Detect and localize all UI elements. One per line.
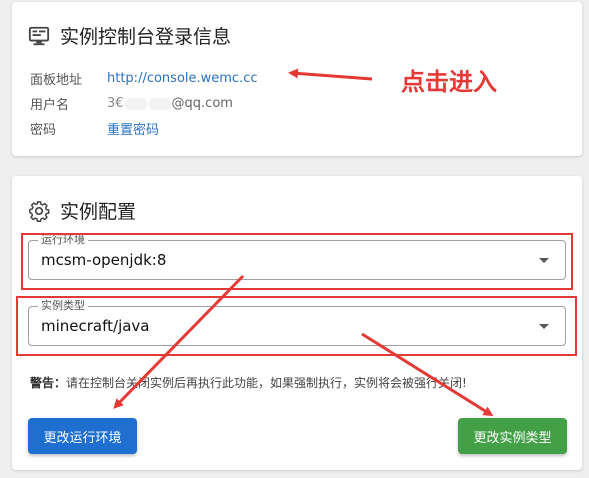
username-mask <box>124 97 147 110</box>
instance-config-title: 实例配置 <box>28 197 136 224</box>
login-info-title: 实例控制台登录信息 <box>28 22 231 49</box>
warning-message: 请在控制台关闭实例后再执行此功能，如果强制执行，实例将会被强行关闭! <box>66 376 467 390</box>
warning-text: 警告：请在控制台关闭实例后再执行此功能，如果强制执行，实例将会被强行关闭! <box>30 374 467 391</box>
gear-icon <box>28 200 50 222</box>
username-prefix: 3€ <box>107 96 124 111</box>
highlight-box-instance-type <box>16 296 577 356</box>
monitor-icon <box>28 25 50 47</box>
panel-address-label: 面板地址 <box>30 73 83 88</box>
panel-address-link[interactable]: http://console.wemc.cc <box>107 71 258 86</box>
username-label: 用户名 <box>30 98 70 113</box>
warning-label: 警告： <box>30 376 67 390</box>
username-suffix: @qq.com <box>171 96 233 111</box>
username-value: 3€ @qq.com <box>107 96 233 111</box>
panel-address-row: 面板地址 http://console.wemc.cc <box>30 69 258 88</box>
username-row: 用户名 3€ @qq.com <box>30 94 233 113</box>
login-info-title-text: 实例控制台登录信息 <box>60 26 232 48</box>
annotation-click-enter: 点击进入 <box>401 68 497 96</box>
username-mask <box>148 97 171 110</box>
change-instance-type-button[interactable]: 更改实例类型 <box>458 418 567 454</box>
highlight-box-runtime-env <box>21 233 573 290</box>
password-label: 密码 <box>30 123 57 138</box>
password-row: 密码 重置密码 <box>30 119 159 138</box>
instance-config-title-text: 实例配置 <box>60 201 137 223</box>
reset-password-link[interactable]: 重置密码 <box>107 119 159 138</box>
change-runtime-env-button[interactable]: 更改运行环境 <box>28 418 137 454</box>
